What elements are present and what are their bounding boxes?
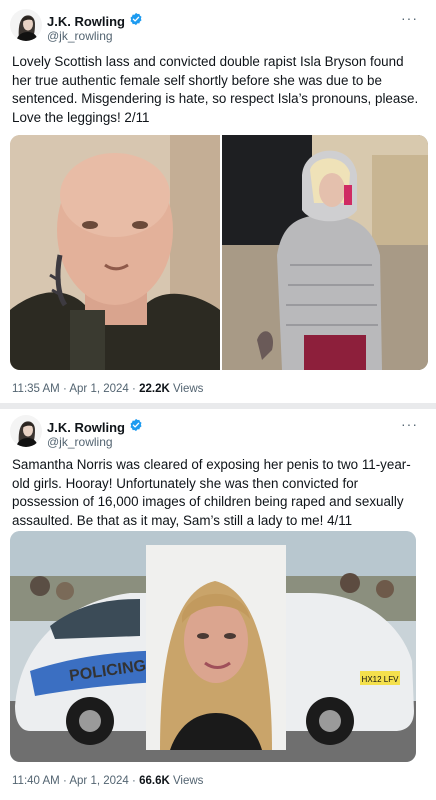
author-handle[interactable]: @jk_rowling [47,435,113,449]
tweet-photo[interactable] [10,135,220,370]
tweet-header: J.K. Rowling @jk_rowling ··· [10,9,426,45]
verified-badge-icon [129,418,143,437]
tweet-meta: 11:40 AM · Apr 1, 2024 · 66.6K Views [12,775,203,787]
meta-separator: · [62,775,67,787]
author-handle[interactable]: @jk_rowling [47,29,113,43]
verified-badge-icon [129,12,143,31]
tweet-text: Lovely Scottish lass and convicted doubl… [12,54,419,125]
meta-separator: · [132,775,136,787]
author-name[interactable]: J.K. Rowling [47,14,125,29]
more-options-icon[interactable]: ··· [401,10,418,26]
tweet[interactable]: J.K. Rowling @jk_rowling ··· Lovely Scot… [0,0,436,403]
meta-separator: · [132,383,136,395]
views-label: Views [172,383,204,395]
views-count: 66.6K [139,775,170,787]
avatar[interactable] [10,415,42,447]
views-label: Views [172,775,204,787]
more-options-icon[interactable]: ··· [401,416,418,432]
avatar[interactable] [10,9,42,41]
tweet-header: J.K. Rowling @jk_rowling ··· [10,415,426,451]
tweet-time[interactable]: 11:35 AM [12,383,60,395]
tweet-date[interactable]: Apr 1, 2024 [69,383,128,395]
tweet[interactable]: J.K. Rowling @jk_rowling ··· Samantha No… [0,409,436,800]
tweet-photo[interactable] [222,135,428,370]
tweet-text: Samantha Norris was cleared of exposing … [12,457,411,528]
tweet-meta: 11:35 AM · Apr 1, 2024 · 22.2K Views [12,383,203,395]
tweet-date[interactable]: Apr 1, 2024 [69,775,128,787]
tweet-photo[interactable]: POLICING PR HX12 LFV [10,531,416,762]
tweet-time[interactable]: 11:40 AM [12,775,60,787]
author-name[interactable]: J.K. Rowling [47,420,125,435]
meta-separator: · [62,383,67,395]
views-count: 22.2K [139,383,170,395]
license-plate: HX12 LFV [362,675,400,684]
